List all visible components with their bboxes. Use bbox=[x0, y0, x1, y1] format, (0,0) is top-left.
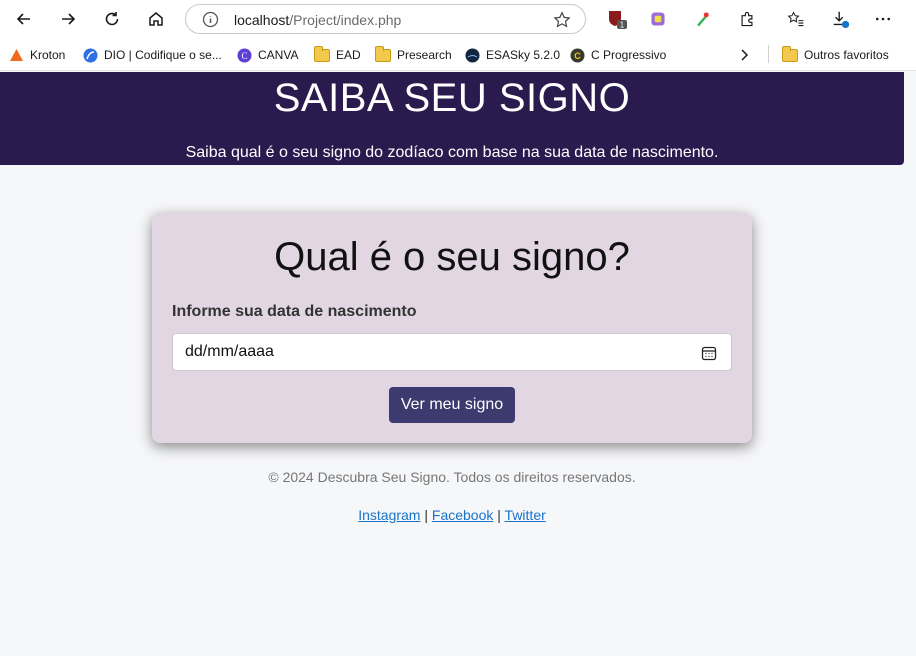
home-icon bbox=[149, 12, 163, 26]
home-button[interactable] bbox=[142, 5, 170, 33]
page-header: SAIBA SEU SIGNO Saiba qual é o seu signo… bbox=[0, 72, 904, 165]
info-icon[interactable] bbox=[202, 11, 219, 28]
bookmark-kroton[interactable]: Kroton bbox=[9, 46, 65, 64]
url-text[interactable]: localhost/Project/index.php bbox=[234, 12, 401, 28]
favorites-list-icon[interactable] bbox=[785, 8, 807, 30]
link-separator: | bbox=[424, 507, 428, 523]
forward-arrow-icon bbox=[62, 13, 76, 25]
footer-links: Instagram | Facebook | Twitter bbox=[0, 507, 904, 523]
bookmark-label: EAD bbox=[336, 48, 361, 62]
kroton-icon bbox=[10, 48, 23, 61]
extension-badge: 1 bbox=[620, 21, 625, 30]
downloads-icon[interactable] bbox=[830, 8, 852, 30]
instagram-link[interactable]: Instagram bbox=[358, 507, 420, 523]
footer-copyright: © 2024 Descubra Seu Signo. Todos os dire… bbox=[268, 469, 636, 485]
bookmark-label: Outros favoritos bbox=[804, 48, 889, 62]
twitter-link[interactable]: Twitter bbox=[505, 507, 546, 523]
page-title: SAIBA SEU SIGNO bbox=[273, 76, 631, 120]
cprogressivo-icon: C bbox=[570, 48, 585, 62]
bookmark-dio[interactable]: DIO | Codifique o se... bbox=[83, 46, 222, 64]
extension-color-icon[interactable] bbox=[692, 8, 714, 30]
svg-text:C: C bbox=[241, 51, 247, 61]
bookmark-other-favorites[interactable]: Outros favoritos bbox=[782, 45, 889, 64]
back-button[interactable] bbox=[10, 5, 38, 33]
folder-icon bbox=[782, 45, 798, 62]
bookmarks-overflow-button[interactable] bbox=[737, 46, 751, 64]
chevron-right-icon bbox=[741, 49, 749, 61]
bookmark-cprogressivo[interactable]: C C Progressivo bbox=[570, 46, 666, 64]
extensions-puzzle-icon[interactable] bbox=[736, 8, 758, 30]
bookmark-ead[interactable]: EAD bbox=[314, 45, 361, 64]
scrollbar[interactable] bbox=[904, 72, 916, 656]
submit-button[interactable]: Ver meu signo bbox=[389, 387, 515, 423]
bookmark-label: CANVA bbox=[258, 48, 299, 62]
birthdate-input[interactable]: dd/mm/aaaa bbox=[172, 333, 732, 371]
bookmark-canva[interactable]: C CANVA bbox=[237, 46, 298, 64]
bookmark-label: Kroton bbox=[30, 48, 66, 62]
reload-icon bbox=[105, 12, 119, 26]
bookmark-presearch[interactable]: Presearch bbox=[375, 45, 452, 64]
sign-form-card: Qual é o seu signo? Informe sua data de … bbox=[152, 213, 752, 443]
dio-icon bbox=[83, 48, 98, 62]
calendar-icon[interactable] bbox=[701, 345, 717, 361]
bookmarks-bar: Kroton DIO | Codifique o se... C CANVA E… bbox=[0, 38, 916, 71]
link-separator: | bbox=[497, 507, 501, 523]
url-host: localhost bbox=[234, 12, 290, 28]
bookmark-label: C Progressivo bbox=[591, 48, 667, 62]
svg-text:C: C bbox=[574, 51, 581, 61]
extension-purple-icon[interactable] bbox=[647, 8, 669, 30]
folder-icon bbox=[375, 45, 391, 62]
bookmark-label: Presearch bbox=[397, 48, 452, 62]
folder-icon bbox=[314, 45, 330, 62]
bookmark-label: DIO | Codifique o se... bbox=[104, 48, 222, 62]
bookmark-label: ESASky 5.2.0 bbox=[486, 48, 561, 62]
favorite-star-icon[interactable] bbox=[553, 11, 571, 29]
ublock-extension-icon[interactable]: 1 bbox=[606, 8, 628, 30]
canva-icon: C bbox=[237, 48, 252, 62]
facebook-link[interactable]: Facebook bbox=[432, 507, 493, 523]
forward-button[interactable] bbox=[54, 5, 82, 33]
reload-button[interactable] bbox=[98, 5, 126, 33]
esasky-icon bbox=[465, 48, 480, 62]
page-subtitle: Saiba qual é o seu signo do zodíaco com … bbox=[185, 144, 719, 161]
birthdate-placeholder: dd/mm/aaaa bbox=[185, 343, 274, 360]
birthdate-label: Informe sua data de nascimento bbox=[172, 303, 417, 320]
bookmarks-divider bbox=[768, 45, 769, 63]
more-menu-icon[interactable] bbox=[872, 8, 894, 30]
address-bar[interactable]: localhost/Project/index.php bbox=[185, 4, 586, 34]
url-path: /Project/index.php bbox=[289, 12, 402, 28]
form-heading: Qual é o seu signo? bbox=[274, 235, 630, 279]
browser-toolbar: localhost/Project/index.php 1 bbox=[0, 0, 916, 38]
back-arrow-icon bbox=[16, 13, 30, 25]
bookmark-esasky[interactable]: ESASky 5.2.0 bbox=[465, 46, 560, 64]
